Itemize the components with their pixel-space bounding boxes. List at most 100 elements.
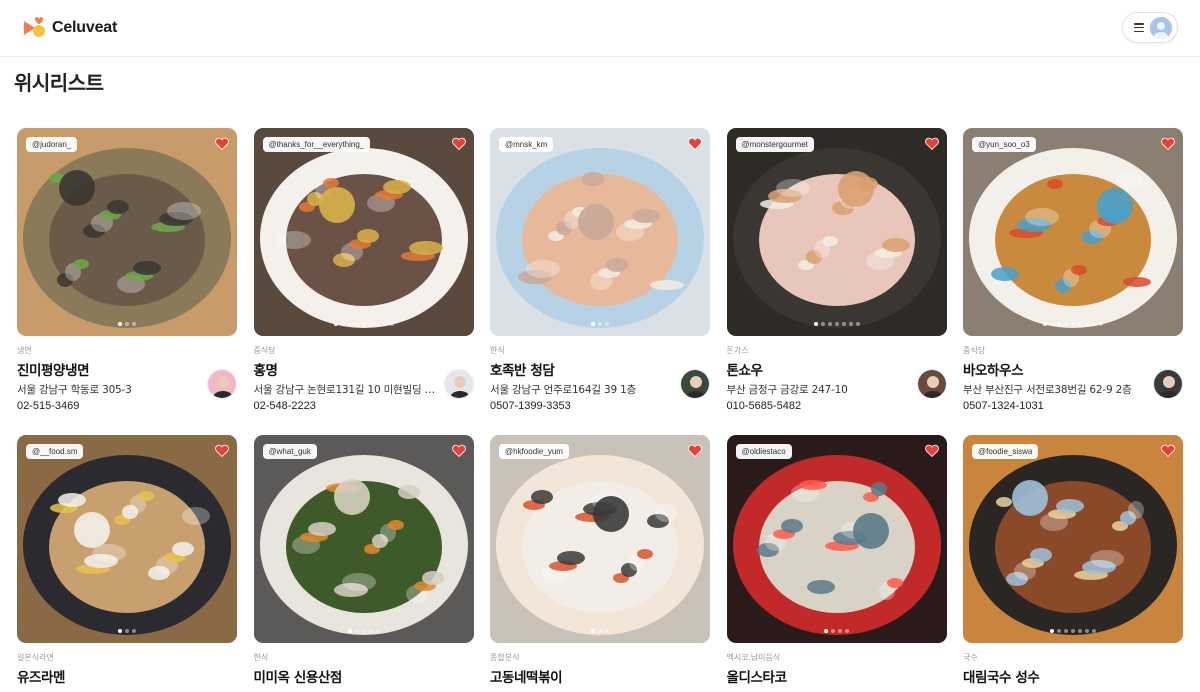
heart-icon[interactable]	[451, 137, 466, 150]
celebrity-handle[interactable]: @thanks_for__everything_	[262, 137, 371, 152]
carousel-dot[interactable]	[1043, 322, 1047, 326]
carousel-dot[interactable]	[1099, 322, 1103, 326]
carousel-dot[interactable]	[1064, 322, 1068, 326]
celebrity-avatar[interactable]	[207, 369, 237, 399]
carousel-dot[interactable]	[1050, 322, 1054, 326]
carousel-dot[interactable]	[845, 629, 849, 633]
carousel-dot[interactable]	[820, 322, 825, 326]
carousel-dot[interactable]	[354, 629, 359, 633]
carousel-dot[interactable]	[855, 322, 860, 326]
restaurant-name[interactable]: 올디스타코	[727, 666, 947, 686]
carousel-dot[interactable]	[1071, 322, 1075, 326]
restaurant-name[interactable]: 바오하우스	[963, 359, 1183, 379]
carousel-dot[interactable]	[813, 322, 818, 326]
brand-logo[interactable]: Celuveat	[22, 15, 117, 41]
carousel-dot[interactable]	[1085, 322, 1089, 326]
celebrity-handle[interactable]: @yun_soo_o3	[972, 137, 1036, 152]
celebrity-handle[interactable]: @monstergourmet	[735, 137, 814, 152]
carousel-dot[interactable]	[368, 629, 373, 633]
carousel-dot[interactable]	[354, 322, 359, 326]
restaurant-name[interactable]: 유즈라멘	[17, 666, 237, 686]
carousel-dot[interactable]	[132, 322, 136, 326]
carousel-dot[interactable]	[118, 629, 122, 633]
restaurant-photo-carousel[interactable]: @judoran_	[17, 128, 237, 336]
restaurant-photo-carousel[interactable]: @yun_soo_o3	[963, 128, 1183, 336]
carousel-dot[interactable]	[838, 629, 842, 633]
carousel-dot[interactable]	[375, 629, 380, 633]
carousel-dot[interactable]	[382, 322, 387, 326]
carousel-dot[interactable]	[347, 322, 352, 326]
carousel-dot[interactable]	[848, 322, 853, 326]
carousel-dot[interactable]	[1057, 629, 1061, 633]
heart-icon[interactable]	[924, 137, 939, 150]
restaurant-name[interactable]: 톤쇼우	[727, 359, 947, 379]
restaurant-photo-carousel[interactable]: @mnsk_km	[490, 128, 710, 336]
restaurant-photo-carousel[interactable]: @thanks_for__everything_	[253, 128, 474, 336]
heart-icon[interactable]	[688, 137, 702, 150]
restaurant-card[interactable]: @hkfoodie_yum 종합분식 고동네떡볶이	[490, 435, 710, 692]
carousel-dot[interactable]	[389, 322, 394, 326]
carousel-dot[interactable]	[598, 322, 602, 326]
carousel-dot[interactable]	[591, 322, 595, 326]
restaurant-name[interactable]: 고동네떡볶이	[490, 666, 710, 686]
carousel-dot[interactable]	[1085, 629, 1089, 633]
restaurant-card[interactable]: @mnsk_km 한식 호족반 청담 서울 강남구 언주로164길 39 1층 …	[490, 128, 710, 412]
user-menu-button[interactable]	[1122, 12, 1178, 43]
celebrity-handle[interactable]: @__food.sm	[26, 444, 84, 459]
restaurant-card[interactable]: @judoran_ 냉면 진미평양냉면 서울 강남구 학동로 305-3 02-…	[17, 128, 237, 412]
carousel-dot[interactable]	[1064, 629, 1068, 633]
carousel-dot[interactable]	[827, 322, 832, 326]
heart-icon[interactable]	[215, 444, 229, 457]
carousel-dot[interactable]	[368, 322, 373, 326]
carousel-dot[interactable]	[598, 629, 602, 633]
carousel-dot[interactable]	[824, 629, 828, 633]
carousel-dot[interactable]	[347, 629, 352, 633]
celebrity-handle[interactable]: @mnsk_km	[499, 137, 554, 152]
carousel-dot[interactable]	[605, 322, 609, 326]
carousel-dot[interactable]	[375, 322, 380, 326]
heart-icon[interactable]	[451, 444, 466, 457]
carousel-dot[interactable]	[125, 629, 129, 633]
carousel-dot[interactable]	[1092, 629, 1096, 633]
carousel-dot[interactable]	[834, 322, 839, 326]
celebrity-avatar[interactable]	[680, 369, 710, 399]
restaurant-name[interactable]: 진미평양냉면	[17, 359, 237, 379]
celebrity-avatar[interactable]	[443, 369, 474, 399]
restaurant-card[interactable]: @__food.sm 일본식라면 유즈라멘	[17, 435, 237, 692]
restaurant-photo-carousel[interactable]: @monstergourmet	[726, 128, 947, 336]
restaurant-name[interactable]: 미미옥 신용산점	[254, 666, 474, 686]
heart-icon[interactable]	[1161, 444, 1175, 457]
carousel-dot[interactable]	[1071, 629, 1075, 633]
celebrity-handle[interactable]: @what_guk	[262, 444, 317, 459]
restaurant-photo-carousel[interactable]: @hkfoodie_yum	[490, 435, 710, 643]
restaurant-photo-carousel[interactable]: @__food.sm	[17, 435, 237, 643]
carousel-dot[interactable]	[361, 629, 366, 633]
carousel-dot[interactable]	[361, 322, 366, 326]
restaurant-card[interactable]: @oldiestaco 멕시코,남미음식 올디스타코	[726, 435, 947, 692]
restaurant-name[interactable]: 홍명	[254, 359, 474, 379]
heart-icon[interactable]	[924, 444, 939, 457]
restaurant-name[interactable]: 대림국수 성수	[963, 666, 1183, 686]
restaurant-card[interactable]: @monstergourmet 돈가스 톤쇼우 부산 금정구 금강로 247-1…	[726, 128, 947, 412]
carousel-dot[interactable]	[340, 322, 345, 326]
celebrity-handle[interactable]: @judoran_	[26, 137, 78, 152]
carousel-dot[interactable]	[1078, 322, 1082, 326]
carousel-dot[interactable]	[118, 322, 122, 326]
restaurant-card[interactable]: @yun_soo_o3 중식당 바오하우스 부산 부산진구 서전로38번길 62…	[963, 128, 1183, 412]
carousel-dot[interactable]	[333, 322, 338, 326]
celebrity-handle[interactable]: @oldiestaco	[735, 444, 792, 459]
celebrity-avatar[interactable]	[1153, 369, 1183, 399]
celebrity-avatar[interactable]	[916, 369, 947, 399]
heart-icon[interactable]	[688, 444, 702, 457]
restaurant-card[interactable]: @foodie_siswa 국수 대림국수 성수	[963, 435, 1183, 692]
restaurant-card[interactable]: @what_guk 한식 미미옥 신용산점	[253, 435, 474, 692]
carousel-dot[interactable]	[841, 322, 846, 326]
celebrity-handle[interactable]: @foodie_siswa	[972, 444, 1039, 459]
carousel-dot[interactable]	[125, 322, 129, 326]
carousel-dot[interactable]	[831, 629, 835, 633]
heart-icon[interactable]	[215, 137, 229, 150]
carousel-dot[interactable]	[591, 629, 595, 633]
restaurant-photo-carousel[interactable]: @oldiestaco	[726, 435, 947, 643]
celebrity-handle[interactable]: @hkfoodie_yum	[499, 444, 569, 459]
carousel-dot[interactable]	[605, 629, 609, 633]
